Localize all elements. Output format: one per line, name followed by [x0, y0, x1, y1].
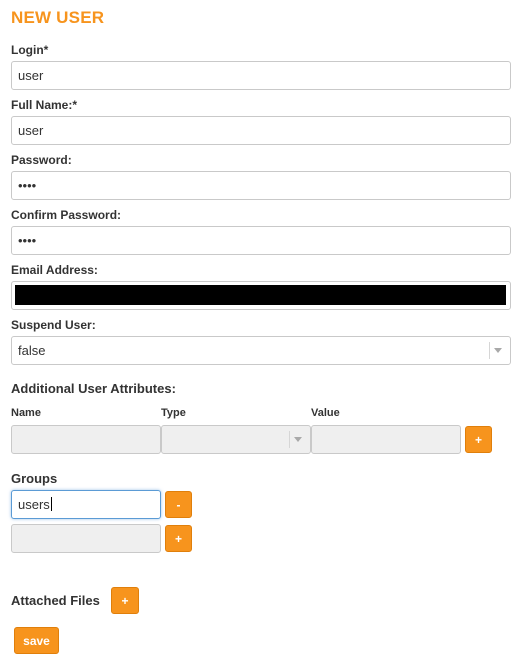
attribute-type-column-label: Type — [161, 407, 186, 419]
remove-group-button[interactable]: - — [165, 491, 192, 518]
page-title: NEW USER — [11, 8, 105, 27]
new-group-input[interactable] — [11, 524, 161, 553]
full-name-label: Full Name:* — [11, 98, 78, 112]
full-name-input[interactable]: user — [11, 116, 511, 145]
login-label: Login* — [11, 43, 49, 57]
attribute-name-column-label: Name — [11, 407, 41, 419]
attribute-value-column-label: Value — [311, 407, 340, 419]
suspend-user-label: Suspend User: — [11, 318, 96, 332]
attribute-type-select[interactable] — [161, 425, 311, 454]
chevron-down-icon — [489, 342, 506, 359]
add-attribute-button[interactable]: + — [465, 426, 492, 453]
save-button[interactable]: save — [14, 627, 59, 654]
additional-attributes-label: Additional User Attributes: — [11, 381, 176, 396]
chevron-down-icon — [289, 431, 306, 448]
confirm-password-input[interactable]: •••• — [11, 226, 511, 255]
group-input-value: users — [18, 497, 50, 512]
full-name-input-value: user — [18, 123, 44, 138]
groups-label: Groups — [11, 471, 58, 486]
email-input[interactable] — [11, 281, 511, 310]
attribute-value-input[interactable] — [311, 425, 461, 454]
redaction-bar — [15, 285, 506, 305]
suspend-user-value: false — [18, 343, 46, 358]
email-label: Email Address: — [11, 263, 98, 277]
attached-files-label: Attached Files — [11, 593, 100, 608]
attribute-name-input[interactable] — [11, 425, 161, 454]
add-group-button[interactable]: + — [165, 525, 192, 552]
login-input[interactable]: user — [11, 61, 511, 90]
group-input[interactable]: users — [11, 490, 161, 519]
confirm-password-label: Confirm Password: — [11, 208, 122, 222]
suspend-user-select[interactable]: false — [11, 336, 511, 365]
password-label: Password: — [11, 153, 72, 167]
add-file-button[interactable]: + — [111, 587, 139, 614]
password-input-value: •••• — [18, 178, 37, 193]
confirm-password-input-value: •••• — [18, 233, 37, 248]
login-input-value: user — [18, 68, 44, 83]
text-cursor — [50, 497, 52, 511]
password-input[interactable]: •••• — [11, 171, 511, 200]
